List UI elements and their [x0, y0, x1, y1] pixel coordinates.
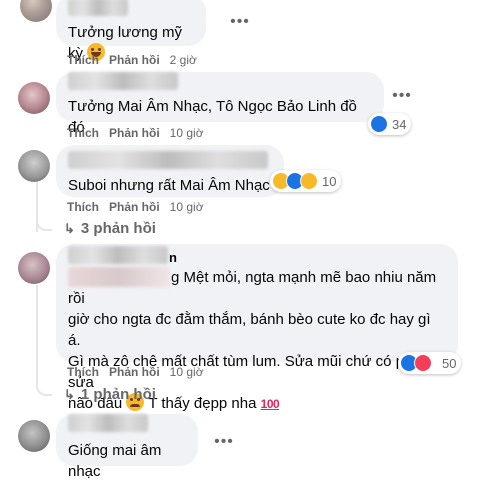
view-replies-link[interactable]: ↳ 1 phản hồi [64, 385, 156, 405]
comment-actions: Thích Phản hồi 10 giờ [67, 125, 204, 141]
timestamp[interactable]: 2 giờ [170, 53, 197, 67]
hundred-emoji-icon: 100 [260, 397, 280, 411]
commenter-name[interactable]: n [68, 246, 446, 266]
like-link[interactable]: Thích [67, 53, 99, 67]
comment-bubble: Giống mai âm nhạc [56, 414, 198, 480]
reply-arrow-icon: ↳ [64, 387, 75, 402]
reaction-summary[interactable]: 50 [398, 352, 462, 374]
commenter-name[interactable] [68, 72, 372, 94]
like-link[interactable]: Thích [67, 126, 99, 140]
avatar[interactable] [18, 420, 50, 452]
comment-text: Giống mai âm nhạc [68, 442, 162, 480]
reaction-count: 50 [442, 355, 457, 371]
love-reaction-icon [414, 354, 432, 372]
comment-actions: Thích Phản hồi 2 giờ [67, 52, 197, 68]
reaction-count: 34 [392, 116, 407, 132]
avatar[interactable] [18, 150, 50, 182]
comment-bubble: Tưởng Mai Âm Nhạc, Tô Ngọc Bảo Linh đồ đ… [56, 72, 384, 136]
comment-bubble: Suboi nhưng rất Mai Âm Nhạc [56, 145, 284, 197]
like-link[interactable]: Thích [67, 200, 99, 214]
timestamp[interactable]: 10 giờ [170, 126, 204, 140]
thread-line [36, 285, 38, 385]
reply-link[interactable]: Phản hồi [109, 365, 160, 379]
name-blur [68, 267, 170, 287]
timestamp[interactable]: 10 giờ [170, 200, 204, 214]
like-link[interactable]: Thích [67, 365, 99, 379]
commenter-name-suffix: n [169, 250, 177, 265]
commenter-name[interactable] [68, 0, 194, 16]
care-reaction-icon [300, 172, 318, 190]
avatar[interactable] [18, 82, 50, 114]
commenter-name[interactable] [68, 414, 186, 436]
comment-actions: Thích Phản hồi 10 giờ [67, 364, 204, 380]
comment-text-line: giờ cho ngta đc đằm thắm, bánh bèo cute … [68, 311, 431, 349]
more-options-icon[interactable]: ••• [390, 86, 414, 110]
commenter-name[interactable] [68, 151, 272, 169]
reaction-summary[interactable]: 34 [368, 113, 412, 135]
thread-hook [36, 382, 52, 396]
comment-text-line: T thấy đẹpp nha [148, 395, 257, 412]
reply-arrow-icon: ↳ [64, 221, 75, 236]
comment-bubble: n g Mệt mỏi, ngta mạnh mẽ bao nhiu năm r… [56, 244, 458, 412]
like-reaction-icon [370, 115, 388, 133]
reply-link[interactable]: Phản hồi [109, 53, 160, 67]
more-options-icon[interactable]: ••• [228, 12, 252, 36]
comment-bubble: Tưởng lương mỹ kỳ [56, 0, 206, 62]
timestamp[interactable]: 10 giờ [170, 365, 204, 379]
view-replies-link[interactable]: ↳ 3 phản hồi [64, 219, 156, 239]
avatar[interactable] [20, 0, 52, 22]
reply-link[interactable]: Phản hồi [109, 126, 160, 140]
comment-text: Suboi nhưng rất Mai Âm Nhạc [68, 177, 270, 194]
reaction-count: 10 [322, 173, 337, 189]
thread-hook [36, 217, 52, 231]
more-options-icon[interactable]: ••• [212, 432, 236, 456]
comment-actions: Thích Phản hồi 10 giờ [67, 199, 204, 215]
avatar[interactable] [18, 252, 50, 284]
reply-link[interactable]: Phản hồi [109, 200, 160, 214]
reaction-summary[interactable]: 10 [270, 170, 342, 192]
